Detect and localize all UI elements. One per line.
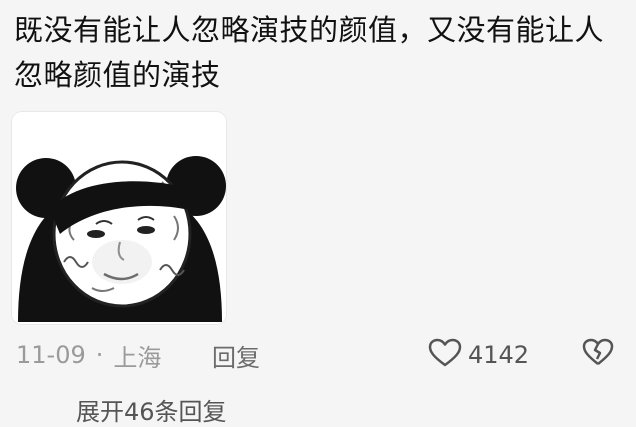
heart-outline-icon	[428, 338, 462, 372]
comment-date: 11-09	[16, 341, 86, 369]
comment-text: 既没有能让人忽略演技的颜值，又没有能让人忽略颜值的演技	[14, 13, 605, 92]
dislike-button[interactable]	[580, 336, 616, 372]
comment-meta: 11-09 · 上海	[16, 338, 161, 372]
reply-button[interactable]: 回复	[212, 338, 260, 372]
meta-separator: ·	[95, 341, 104, 369]
panda-meme-sticker-icon	[12, 112, 226, 324]
like-count: 4142	[468, 341, 530, 369]
broken-heart-icon	[582, 338, 614, 371]
sticker-image[interactable]	[12, 112, 226, 324]
comment-location: 上海	[113, 343, 162, 372]
like-button[interactable]: 4142	[428, 338, 529, 372]
